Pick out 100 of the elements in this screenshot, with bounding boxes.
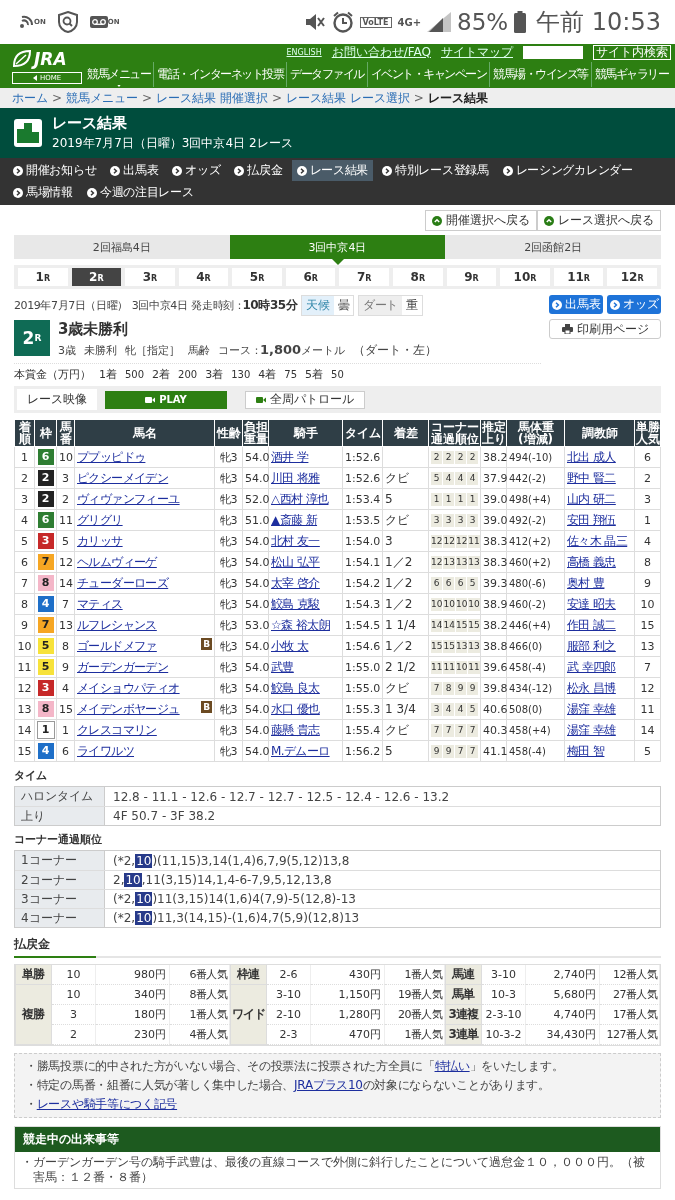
race-action-button[interactable]: 出馬表 [549,295,603,314]
patrol-button[interactable]: 全周パトロール [245,390,365,409]
body-weight-cell: 442(-2) [506,467,565,489]
print-button[interactable]: 印刷用ページ [549,319,661,339]
combination-cell: 2-10 [267,1005,311,1025]
last-3f-cell: 41.1 [480,740,507,762]
last-3f-cell: 38.3 [480,551,507,573]
combination-cell: 2-6 [267,965,311,985]
body-weight-cell: 446(+4) [506,614,565,636]
up-circle-icon [544,215,554,226]
menu-tab[interactable]: データファイル [286,62,367,87]
back-button[interactable]: レース選択へ戻る [537,210,661,231]
note-link[interactable]: レースや騎手等につく記号 [36,1096,178,1113]
weight-cell: 54.0 [242,698,269,720]
horse-name-link[interactable]: メイデンボヤージュ [77,701,180,716]
race-action-button[interactable]: オッズ [607,295,661,314]
sub-nav-tab[interactable]: レース結果 [291,160,374,181]
play-button[interactable]: PLAY [105,390,227,409]
corner-position: 3 [431,514,442,527]
site-search-button[interactable]: サイト内検索 [593,44,671,60]
horse-name-link[interactable]: ゴールドメファ [77,638,157,653]
breadcrumb-link[interactable]: ホーム [12,89,48,107]
search-field[interactable] [523,45,583,59]
corner-position: 4 [467,472,478,485]
corner-position: 7 [455,745,466,758]
corner-position: 10 [455,661,468,674]
weight-cell: 54.0 [242,719,269,741]
bet-type: 複勝 [15,985,52,1045]
race-number-tab[interactable]: 3R [125,268,175,286]
sex-age-cell: 牝3 [214,572,243,594]
note-link[interactable]: JRAプラス10 [294,1078,363,1092]
race-number-tab[interactable]: 12R [607,268,657,286]
corner-position: 10 [443,598,455,611]
breadcrumb-link[interactable]: レース結果 開催選択 [156,89,268,107]
corner-position: 4 [443,472,454,485]
sub-nav-tab[interactable]: 特別レース登録馬 [377,160,494,181]
sub-nav-tab[interactable]: 開催お知らせ [8,160,102,181]
sex-age-cell: 牝3 [214,740,243,762]
sub-nav-tab[interactable]: 払戻金 [229,160,288,181]
menu-tab[interactable]: イベント・キャンペーン [366,62,489,87]
race-number-tab[interactable]: 6R [285,268,336,286]
sub-nav-tab[interactable]: レーシングカレンダー [497,160,638,181]
corner-position: 11 [431,661,443,674]
frame-number: 7 [37,617,54,633]
note-link[interactable]: 特払い [434,1059,470,1073]
printer-icon [561,324,573,334]
race-number-tab[interactable]: 10R [500,268,550,286]
race-number-tab[interactable]: 9R [446,268,497,286]
wireless-icon [18,13,34,31]
horse-number-cell: 8 [56,635,75,657]
corner-position: 10 [455,598,468,611]
horse-number-cell: 9 [56,656,75,678]
corner-position: 15 [468,619,480,632]
race-number-tab[interactable]: 5R [232,268,282,286]
menu-tab[interactable]: 競馬ギャラリー [590,62,671,87]
time-cell: 1:55.0 [342,677,383,699]
race-number-tab[interactable]: 2R [71,268,122,286]
time-value: 12.8 - 11.1 - 12.6 - 12.7 - 12.7 - 12.5 - 12.4 - 12.6 - 13.2 [112,789,450,804]
sub-nav-tab[interactable]: 出馬表 [105,160,164,181]
venue-tab[interactable]: 2回函館2日 [445,235,661,259]
menu-tab[interactable]: 競馬場・ウインズ等 [489,62,591,87]
horse-number-cell: 11 [56,509,75,531]
breadcrumb-link[interactable]: 競馬メニュー [66,89,139,107]
menu-tab[interactable]: 電話・インターネット投票 [153,62,286,87]
corner-position: 1 [455,493,466,506]
place-cell: 5 [14,530,35,552]
race-number-tab[interactable]: 8R [393,268,443,286]
bullet: ・ [21,1155,33,1171]
bet-type: 3連複 [445,1005,482,1025]
body-weight-cell: 494(-10) [506,446,565,468]
race-number-tab[interactable]: 11R [553,268,604,286]
sub-nav-tab[interactable]: オッズ [167,160,226,181]
venue-tab[interactable]: 2回福島4日 [14,235,230,259]
column-header: 馬体重 (増減) [506,419,565,447]
race-number-tab[interactable]: 7R [339,268,390,286]
race-number-tab[interactable]: 4R [178,268,229,286]
combination-cell: 10-3 [482,985,526,1005]
time-cell: 1:54.5 [342,614,383,636]
menu-tab[interactable]: 競馬メニュー [84,62,153,87]
sub-nav-tab[interactable]: 馬場情報 [8,182,78,203]
race-number-tab[interactable]: 1R [18,268,68,286]
last-3f-cell: 38.8 [480,635,507,657]
corner-position: 7 [431,682,442,695]
frame-number: 3 [37,533,54,549]
weight-cell: 53.0 [242,614,269,636]
time-cell: 1:56.2 [342,740,383,762]
last-3f-cell: 38.2 [480,614,507,636]
sub-nav-tab[interactable]: 今週の注目レース [81,182,199,203]
bet-type: 馬単 [445,985,482,1005]
breadcrumb-link[interactable]: レース結果 レース選択 [286,89,410,107]
back-button[interactable]: 開催選択へ戻る [425,210,537,231]
weight-cell: 54.0 [242,467,269,489]
header-link[interactable]: ENGLISH [286,47,322,57]
header-link[interactable]: お問い合わせ/FAQ [331,43,431,61]
time-cell: 1:54.0 [342,530,383,552]
track-badge: ダート 重 [358,295,423,316]
place-cell: 11 [14,656,35,678]
header-link[interactable]: サイトマップ [441,43,513,61]
time-label: 上り [15,807,105,825]
prize-place: 2着 [152,367,171,382]
